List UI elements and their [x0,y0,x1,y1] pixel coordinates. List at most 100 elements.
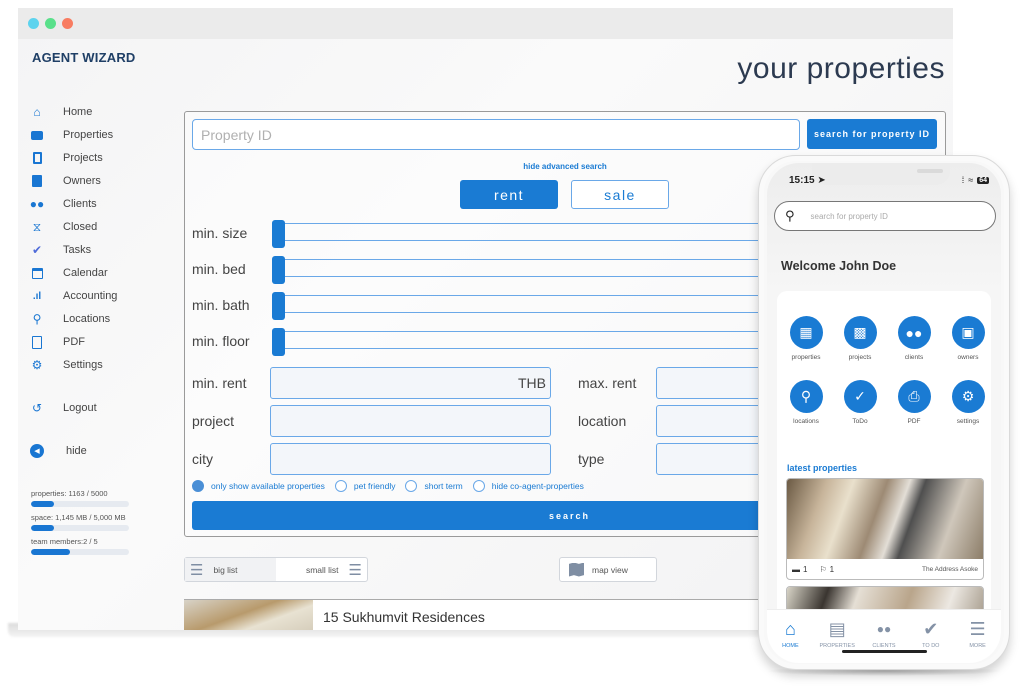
radio-indicator [405,480,418,492]
tab-label: CLIENTS [872,643,896,649]
available-only-checkbox[interactable]: only show available properties [192,480,325,492]
maximize-window-button[interactable] [62,18,73,29]
slider-handle[interactable] [272,256,285,284]
sidebar-item-label: PDF [63,336,85,348]
usage-bar [31,525,129,531]
mobile-search-input[interactable]: ⚲ search for property ID [774,201,996,231]
short-term-checkbox[interactable]: short term [405,480,463,492]
phone-notch [812,163,950,185]
slider-handle[interactable] [272,220,285,248]
latest-property-card[interactable]: ▬ 1 ⚐ 1 The Address Asoke [786,478,984,580]
mobile-app-mockup: 15:15 ➤ ⁞ ≈64 ⚲ search for property ID Wel… [758,155,1010,670]
app-logo: AGENT WIZARD [32,50,136,65]
field-label: city [192,451,213,467]
icon-label: ToDo [852,418,868,425]
menu-icon: ☰ [969,619,986,639]
icon-label: PDF [907,418,921,425]
sidebar-item-owners[interactable]: Owners [30,171,101,191]
property-id-input[interactable]: Property ID [192,119,800,150]
radio-indicator [472,480,485,492]
mobile-properties-button[interactable]: ▦ properties [784,316,828,361]
property-list-item[interactable]: 15 Sukhumvit Residences [184,599,784,630]
sidebar-item-properties[interactable]: Properties [30,125,113,145]
slider-label: min. floor [192,333,250,349]
usage-bar [31,501,129,507]
slider-handle[interactable] [272,292,285,320]
big-list-icon: ☰ [190,561,204,579]
pdf-icon [30,335,44,349]
sidebar-item-clients[interactable]: ●● Clients [30,194,97,214]
tab-more[interactable]: ☰ MORE [954,610,1001,663]
hide-co-agent-checkbox[interactable]: hide co-agent-properties [472,480,584,492]
min-rent-input[interactable]: THB [270,367,551,399]
usage-label: properties: 1163 / 5000 [31,489,108,498]
logout-label: Logout [63,402,97,414]
slider-handle[interactable] [272,328,285,356]
speaker [917,169,943,173]
status-time: 15:15 ➤ [789,175,826,186]
rent-toggle[interactable]: rent [460,180,558,209]
hide-label: hide [66,445,87,457]
logout-icon: ↺ [31,401,43,415]
mobile-clients-button[interactable]: ●● clients [892,316,936,361]
sidebar-item-locations[interactable]: ⚲ Locations [30,309,111,329]
title-bar [18,8,953,39]
calendar-icon [30,266,44,280]
sidebar-item-pdf[interactable]: PDF [30,332,85,352]
sidebar-item-closed[interactable]: ⧖ Closed [30,217,97,237]
project-row: project [192,405,552,437]
mobile-pdf-button[interactable]: ⎙ PDF [892,380,936,425]
city-input[interactable] [270,443,551,475]
pet-friendly-checkbox[interactable]: pet friendly [334,480,395,492]
usage-space: space: 1,145 MB / 5,000 MB [31,513,131,531]
page-title: your properties [737,52,945,85]
minimize-window-button[interactable] [45,18,56,29]
small-list-button[interactable]: small list ☰ [276,558,367,581]
sidebar-item-calendar[interactable]: Calendar [30,263,108,283]
sidebar-item-home[interactable]: ⌂ Home [30,102,92,122]
logout-button[interactable]: ↺ Logout [30,398,97,418]
mobile-owners-button[interactable]: ▣ owners [946,316,990,361]
hide-sidebar-button[interactable]: ◀ hide [30,441,87,461]
tab-home[interactable]: ⌂ HOME [767,610,814,663]
mobile-projects-button[interactable]: ▩ projects [838,316,882,361]
sale-toggle[interactable]: sale [571,180,669,209]
big-list-button[interactable]: ☰ big list [185,558,276,581]
icon-label: properties [791,354,821,361]
sidebar-item-projects[interactable]: Projects [30,148,103,168]
pdf-icon: ⎙ [897,380,931,413]
owner-tie-icon [30,174,44,188]
property-photo [787,479,983,559]
sidebar-item-label: Calendar [63,267,108,279]
building-icon: ▤ [828,619,846,639]
users-icon: ●● [29,197,45,211]
mobile-todo-button[interactable]: ✓ ToDo [838,380,882,425]
sidebar-item-tasks[interactable]: ✔ Tasks [30,240,91,260]
field-label: type [578,451,605,467]
close-window-button[interactable] [28,18,39,29]
status-icons: ⁞ ≈64 [962,175,989,185]
building-icon [30,151,44,165]
small-list-icon: ☰ [348,561,362,579]
sidebar-item-accounting[interactable]: .ıl Accounting [30,286,118,306]
sidebar-item-settings[interactable]: ⚙ Settings [30,355,103,375]
tab-todo[interactable]: ✔ TO DO [907,610,954,663]
sidebar-item-label: Settings [63,359,103,371]
tab-properties[interactable]: ▤ PROPERTIES [814,610,861,663]
map-view-button[interactable]: map view [559,557,657,582]
icon-label: owners [957,354,979,361]
mobile-settings-button[interactable]: ⚙ settings [946,380,990,425]
check-circle-icon: ✓ [843,380,877,413]
mobile-locations-button[interactable]: ⚲ locations [784,380,828,425]
property-name: 15 Sukhumvit Residences [323,609,485,625]
tower-icon: ▩ [843,316,877,349]
bed-icon: ▬ [792,564,800,574]
latest-properties-heading: latest properties [787,463,858,473]
project-input[interactable] [270,405,551,437]
tab-clients[interactable]: ●● CLIENTS [861,610,908,663]
home-icon: ⌂ [33,105,41,119]
search-property-id-button[interactable]: search for property ID [807,119,937,149]
field-label: max. rent [578,375,637,391]
usage-bar-fill [31,549,71,555]
usage-properties: properties: 1163 / 5000 [31,489,131,507]
